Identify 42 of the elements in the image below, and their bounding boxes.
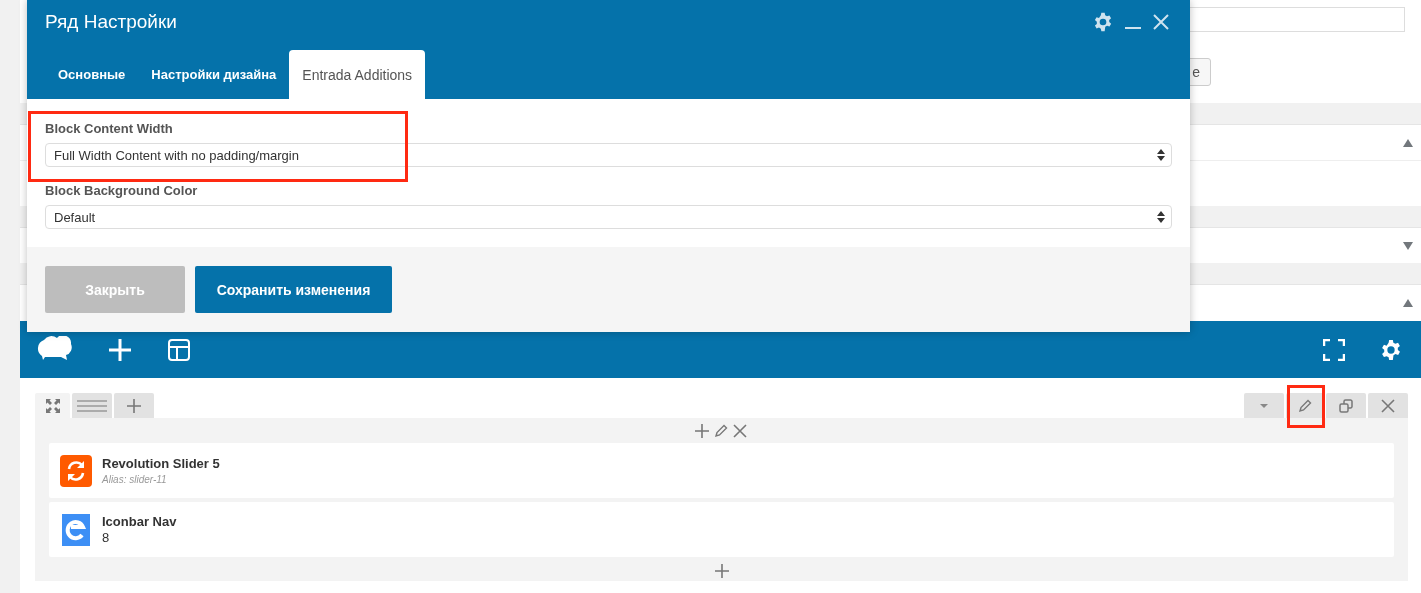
field-label: Block Content Width: [45, 120, 174, 138]
collapse-arrow-icon[interactable]: [1403, 138, 1413, 147]
field-label: Block Background Color: [45, 182, 199, 200]
element-title: Iconbar Nav: [102, 514, 177, 529]
plus-icon: [126, 397, 142, 414]
tab[interactable]: Entrada Additions: [289, 50, 426, 99]
plus-icon[interactable]: [693, 422, 710, 439]
select-field[interactable]: Default: [45, 205, 1172, 229]
dialog-title: Ряд Настройки: [45, 11, 177, 33]
element-card[interactable]: Revolution Slider 5 Alias: slider-11: [49, 443, 1394, 498]
expand-button[interactable]: [35, 393, 70, 418]
select-field[interactable]: Full Width Content with no padding/margin: [45, 143, 1172, 167]
settings-icon[interactable]: [1093, 12, 1113, 32]
refresh-icon: [60, 454, 92, 487]
settings-icon[interactable]: [1380, 338, 1402, 361]
close-icon: [1380, 397, 1396, 414]
tab[interactable]: Настройки дизайна: [138, 50, 290, 99]
drag-handle-button[interactable]: [72, 393, 112, 418]
copy-button[interactable]: [1326, 393, 1366, 418]
letter-e-logo-icon: [60, 513, 92, 546]
close-icon[interactable]: [731, 422, 748, 439]
tab[interactable]: Основные: [45, 50, 139, 99]
caret-icon: [1260, 403, 1268, 408]
plus-button[interactable]: [114, 393, 154, 418]
drag-handle-icon: [77, 397, 107, 414]
layout-icon[interactable]: [167, 337, 191, 362]
select-arrows-icon: [1157, 149, 1165, 161]
plus-icon[interactable]: [713, 563, 730, 579]
element-title: Revolution Slider 5: [102, 456, 220, 471]
element-card[interactable]: Iconbar Nav 8: [49, 502, 1394, 557]
pencil-icon: [1297, 397, 1313, 414]
close-button[interactable]: [1368, 393, 1408, 418]
fullscreen-icon[interactable]: [1323, 338, 1345, 361]
copy-icon: [1338, 397, 1354, 414]
save-button[interactable]: Сохранить изменения: [195, 266, 392, 313]
element-subtitle: 8: [102, 530, 111, 545]
expand-icon: [44, 397, 61, 414]
collapse-arrow-icon[interactable]: [1403, 298, 1413, 307]
expand-arrow-icon[interactable]: [1403, 241, 1413, 250]
element-subtitle: Alias: slider-11: [102, 474, 168, 485]
pencil-icon[interactable]: [712, 422, 729, 439]
select-arrows-icon: [1157, 211, 1165, 223]
